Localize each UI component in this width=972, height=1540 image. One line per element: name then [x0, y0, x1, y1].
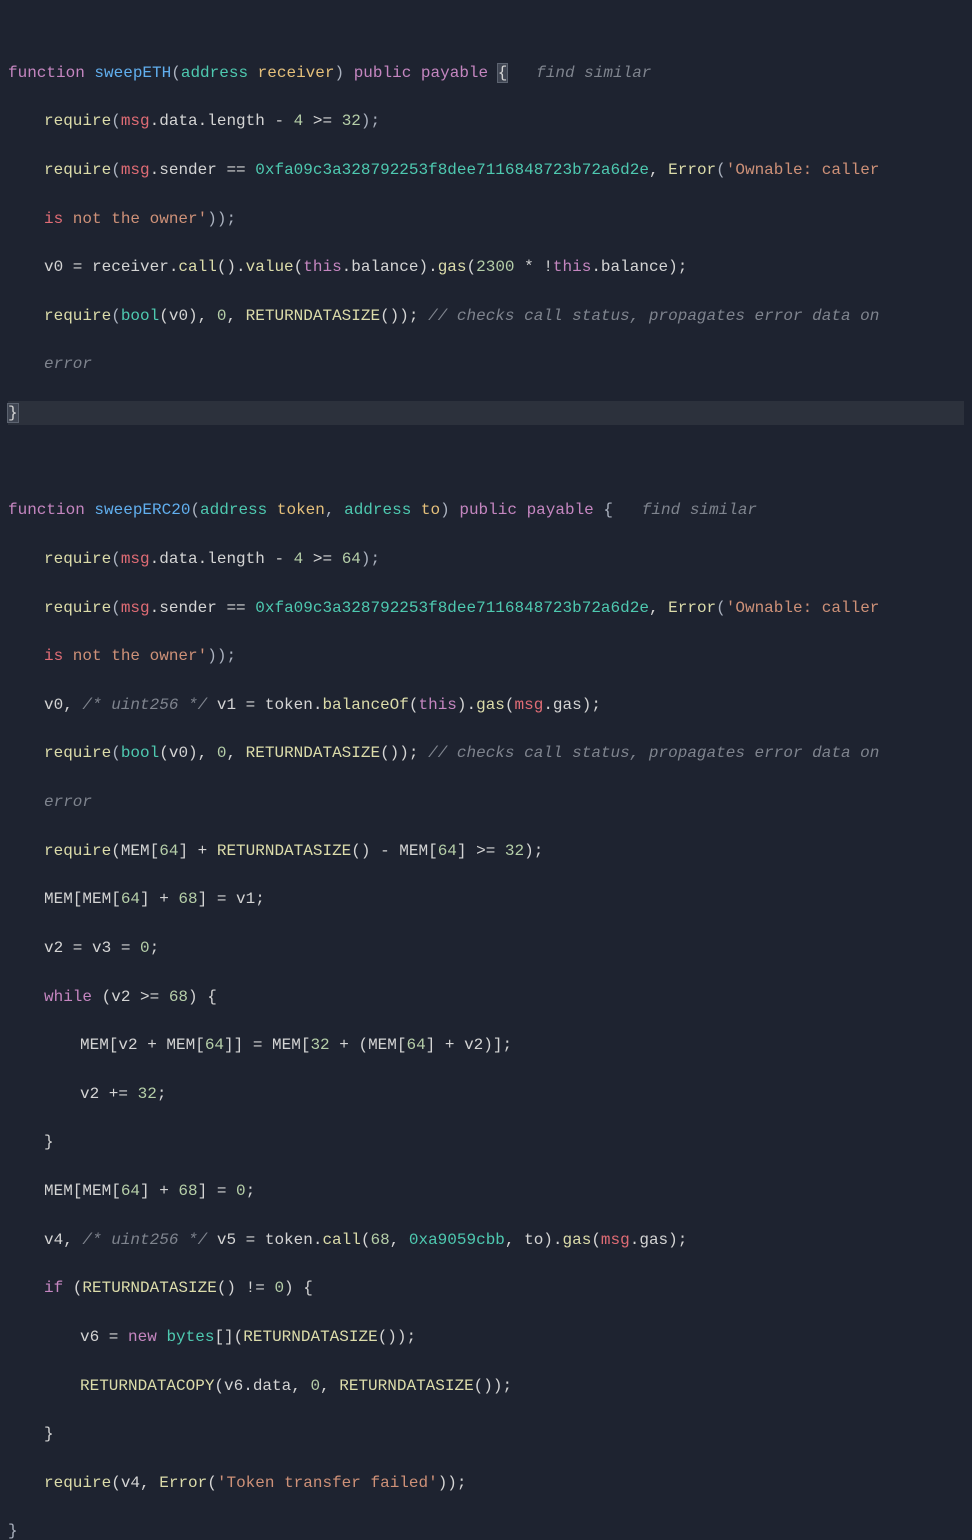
- code-line: }: [8, 1519, 964, 1540]
- current-line: }: [8, 401, 964, 425]
- code-line: v0 = receiver.call().value(this.balance)…: [8, 255, 964, 279]
- code-block: function sweepETH(address receiver) publ…: [8, 12, 964, 1540]
- code-line: while (v2 >= 68) {: [8, 985, 964, 1009]
- find-similar-link[interactable]: find similar: [536, 64, 651, 82]
- code-line: MEM[MEM[64] + 68] = 0;: [8, 1179, 964, 1203]
- code-line: require(bool(v0), 0, RETURNDATASIZE()); …: [8, 304, 964, 328]
- code-line: require(msg.data.length - 4 >= 32);: [8, 109, 964, 133]
- code-line: }: [8, 1130, 964, 1154]
- code-line: is not the owner'));: [8, 644, 964, 668]
- code-line: require(msg.sender == 0xfa09c3a328792253…: [8, 596, 964, 620]
- code-line: is not the owner'));: [8, 207, 964, 231]
- code-line: MEM[v2 + MEM[64]] = MEM[32 + (MEM[64] + …: [8, 1033, 964, 1057]
- code-line: }: [8, 1422, 964, 1446]
- fn-sweepERC20-sig: function sweepERC20(address token, addre…: [8, 498, 964, 522]
- code-line: require(msg.sender == 0xfa09c3a328792253…: [8, 158, 964, 182]
- code-line: require(bool(v0), 0, RETURNDATASIZE()); …: [8, 741, 964, 765]
- code-line: error: [8, 352, 964, 376]
- code-line: if (RETURNDATASIZE() != 0) {: [8, 1276, 964, 1300]
- code-line: v6 = new bytes[](RETURNDATASIZE());: [8, 1325, 964, 1349]
- code-line: error: [8, 790, 964, 814]
- blank-line: [8, 450, 964, 474]
- code-line: v2 += 32;: [8, 1082, 964, 1106]
- find-similar-link[interactable]: find similar: [642, 501, 757, 519]
- code-line: require(msg.data.length - 4 >= 64);: [8, 547, 964, 571]
- code-line: MEM[MEM[64] + 68] = v1;: [8, 887, 964, 911]
- code-line: require(v4, Error('Token transfer failed…: [8, 1471, 964, 1495]
- code-line: v2 = v3 = 0;: [8, 936, 964, 960]
- code-line: RETURNDATACOPY(v6.data, 0, RETURNDATASIZ…: [8, 1374, 964, 1398]
- code-line: v4, /* uint256 */ v5 = token.call(68, 0x…: [8, 1228, 964, 1252]
- code-line: v0, /* uint256 */ v1 = token.balanceOf(t…: [8, 693, 964, 717]
- code-line: require(MEM[64] + RETURNDATASIZE() - MEM…: [8, 839, 964, 863]
- fn-sweepETH-sig: function sweepETH(address receiver) publ…: [8, 61, 964, 85]
